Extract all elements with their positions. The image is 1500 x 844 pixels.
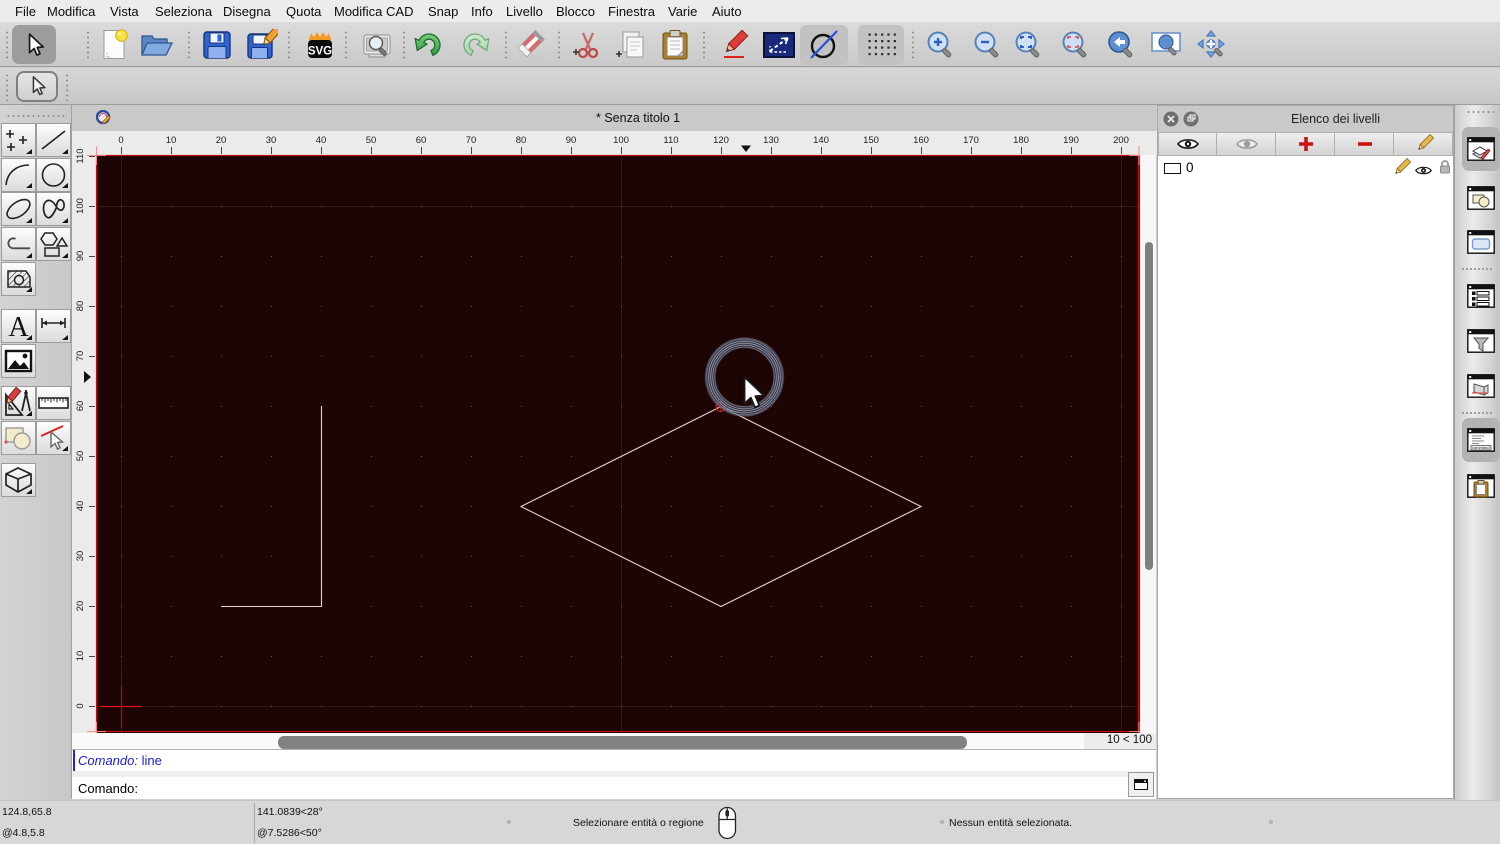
svg-text:SVG: SVG — [308, 46, 332, 58]
svg-text:80: 80 — [516, 135, 527, 146]
svg-text:60: 60 — [416, 135, 427, 146]
svg-text:60: 60 — [75, 401, 86, 412]
svg-text:20: 20 — [216, 135, 227, 146]
svg-text:50: 50 — [366, 135, 377, 146]
svg-text:110: 110 — [663, 135, 678, 146]
svg-text:180: 180 — [1013, 135, 1029, 146]
svg-text:100: 100 — [75, 198, 86, 214]
svg-text:40: 40 — [75, 501, 86, 512]
svg-text:0: 0 — [75, 703, 86, 708]
svg-text:10: 10 — [75, 651, 86, 662]
svg-text:110: 110 — [75, 148, 86, 163]
svg-text:140: 140 — [813, 135, 829, 146]
svg-text:90: 90 — [75, 251, 86, 262]
svg-text:50: 50 — [75, 451, 86, 462]
svg-text:20: 20 — [75, 601, 86, 612]
svg-text:200: 200 — [1113, 135, 1129, 146]
svg-text:100: 100 — [613, 135, 629, 146]
svg-text:120: 120 — [713, 135, 729, 146]
svg-text:0: 0 — [118, 135, 123, 146]
svg-text:30: 30 — [75, 551, 86, 562]
svg-text:130: 130 — [763, 135, 779, 146]
svg-text:command: command — [1472, 445, 1490, 450]
svg-text:190: 190 — [1063, 135, 1079, 146]
svg-text:90: 90 — [566, 135, 577, 146]
svg-text:80: 80 — [75, 301, 86, 312]
svg-text:160: 160 — [913, 135, 929, 146]
svg-text:40: 40 — [316, 135, 327, 146]
svg-text:30: 30 — [266, 135, 277, 146]
svg-text:170: 170 — [963, 135, 979, 146]
svg-text:10: 10 — [166, 135, 177, 146]
svg-text:150: 150 — [863, 135, 879, 146]
svg-text:70: 70 — [466, 135, 477, 146]
svg-text:70: 70 — [75, 351, 86, 362]
